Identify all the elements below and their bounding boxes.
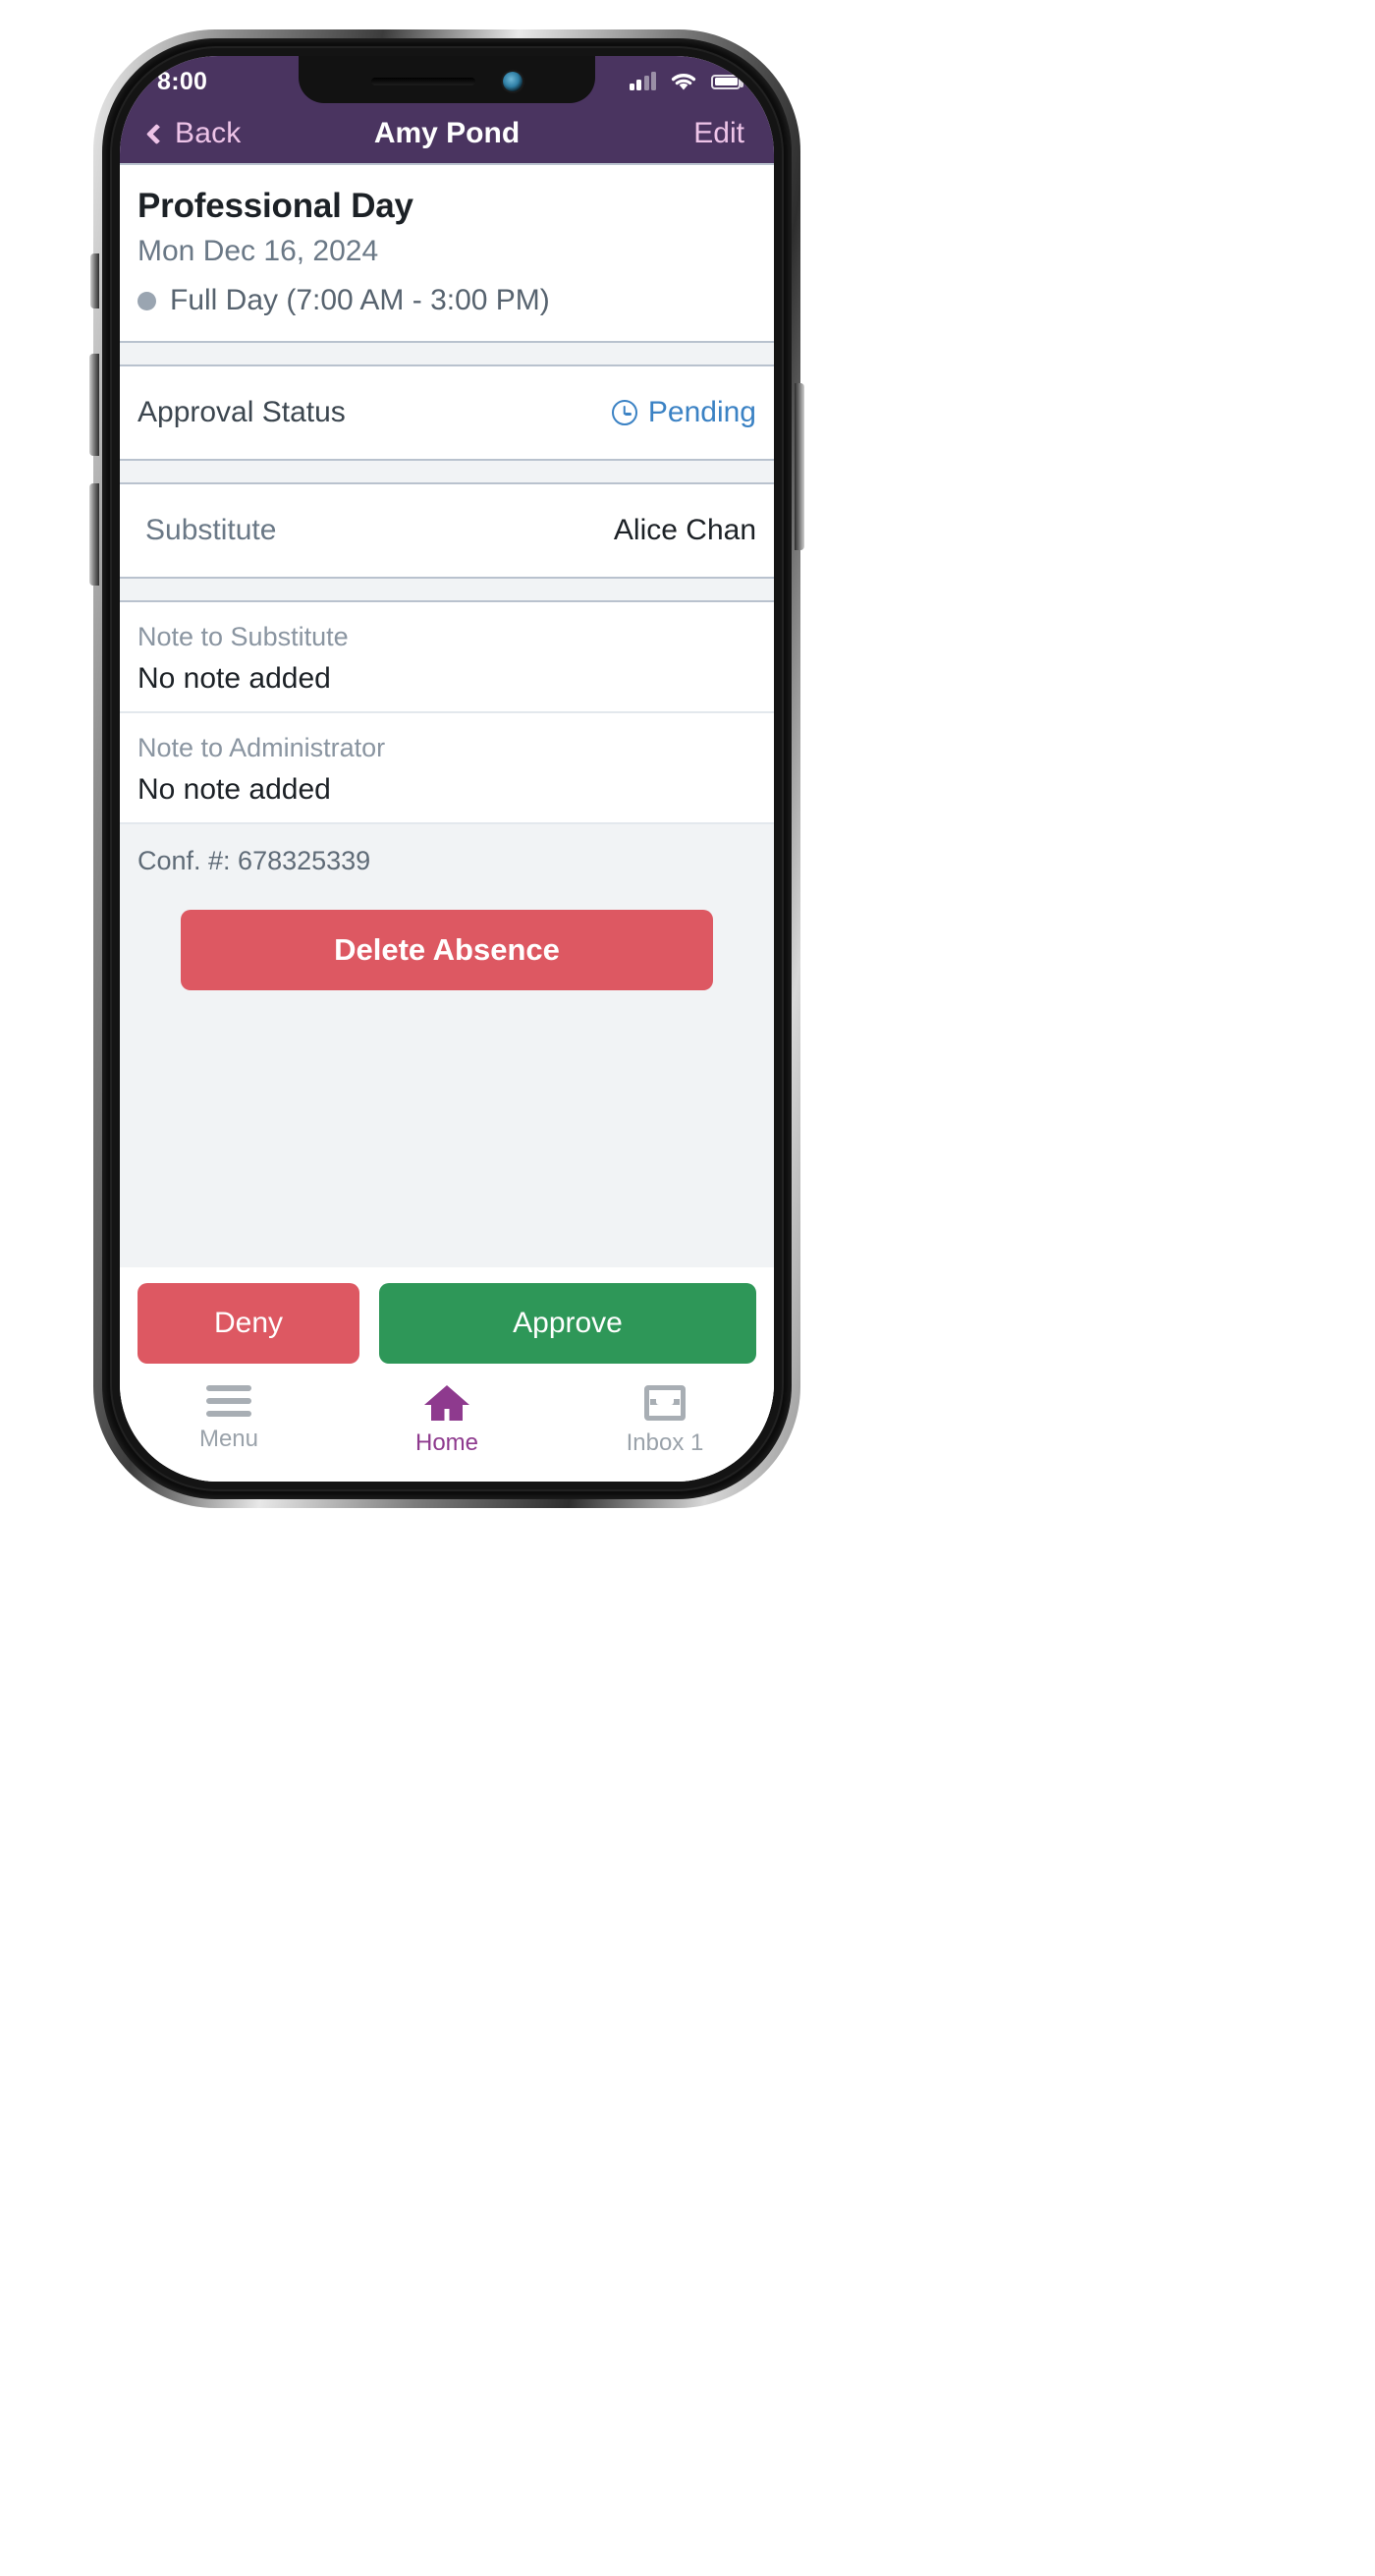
duration-bullet-icon: [138, 291, 156, 310]
silent-switch-button[interactable]: [90, 253, 99, 308]
absence-summary-section: Professional Day Mon Dec 16, 2024 Full D…: [120, 165, 774, 341]
approval-status-label: Approval Status: [138, 396, 346, 428]
confirmation-section: Conf. #: 678325339 Delete Absence: [120, 822, 774, 1267]
approve-button[interactable]: Approve: [379, 1283, 756, 1364]
hamburger-menu-icon: [206, 1385, 251, 1417]
power-button[interactable]: [795, 383, 804, 550]
volume-up-button[interactable]: [89, 354, 99, 456]
tab-inbox-label: Inbox 1: [626, 1429, 704, 1456]
delete-absence-button[interactable]: Delete Absence: [181, 910, 713, 990]
approval-action-bar: Deny Approve: [120, 1267, 774, 1377]
back-button[interactable]: Back: [145, 116, 242, 150]
wifi-icon: [671, 74, 696, 90]
navigation-bar: Back Amy Pond Edit: [120, 103, 774, 165]
substitute-value: Alice Chan: [613, 514, 756, 546]
absence-title: Professional Day: [138, 187, 413, 225]
back-button-label: Back: [175, 116, 242, 149]
absence-date: Mon Dec 16, 2024: [138, 235, 379, 267]
tab-inbox[interactable]: Inbox 1: [556, 1385, 774, 1457]
note-label: Note to Administrator: [138, 733, 386, 762]
status-bar-time: 8:00: [157, 67, 208, 95]
content-area: Professional Day Mon Dec 16, 2024 Full D…: [120, 165, 774, 1482]
front-camera-icon: [503, 72, 522, 91]
note-value: No note added: [138, 662, 331, 695]
substitute-row[interactable]: Substitute Alice Chan: [120, 484, 774, 577]
tab-menu[interactable]: Menu: [120, 1385, 338, 1453]
volume-down-button[interactable]: [89, 483, 99, 586]
clock-icon: [611, 400, 637, 425]
bottom-tab-bar: Menu Home Inbox 1: [120, 1377, 774, 1482]
note-value: No note added: [138, 773, 331, 806]
note-to-substitute: Note to Substitute No note added: [120, 602, 774, 711]
approval-status-value: Pending: [647, 396, 756, 428]
deny-button[interactable]: Deny: [138, 1283, 359, 1364]
absence-duration: Full Day (7:00 AM - 3:00 PM): [170, 284, 550, 316]
approval-status-row: Approval Status Pending: [120, 366, 774, 459]
substitute-label: Substitute: [145, 514, 277, 546]
battery-full-icon: [711, 74, 743, 89]
section-divider: [120, 577, 774, 602]
cellular-signal-icon: [629, 72, 656, 90]
section-divider: [120, 459, 774, 484]
phone-screen: 8:00 Back Amy Pond Edit Professional Day…: [120, 56, 774, 1482]
screenshot-stage: 8:00 Back Amy Pond Edit Professional Day…: [0, 0, 1375, 2576]
tab-home[interactable]: Home: [338, 1385, 556, 1457]
note-to-administrator: Note to Administrator No note added: [120, 711, 774, 822]
inbox-tray-icon: [644, 1385, 686, 1421]
phone-device-frame: 8:00 Back Amy Pond Edit Professional Day…: [89, 29, 804, 1508]
home-icon: [424, 1385, 469, 1421]
confirmation-number: Conf. #: 678325339: [138, 846, 371, 875]
chevron-left-icon: [145, 123, 168, 144]
earpiece-speaker-icon: [371, 78, 475, 85]
status-badge: Pending: [611, 396, 756, 429]
tab-home-label: Home: [414, 1429, 479, 1456]
edit-button[interactable]: Edit: [693, 117, 744, 150]
section-divider: [120, 341, 774, 366]
tab-menu-label: Menu: [198, 1426, 259, 1452]
note-label: Note to Substitute: [138, 622, 349, 651]
phone-notch: [299, 56, 595, 103]
